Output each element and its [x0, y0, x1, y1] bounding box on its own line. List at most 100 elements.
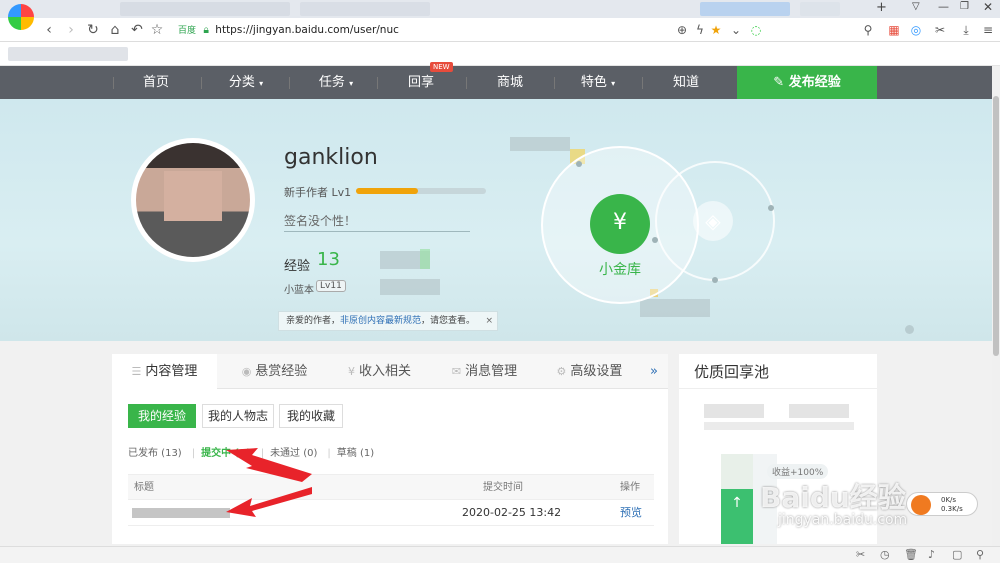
tab-reward[interactable]: ◉ 悬赏经验 [222, 354, 327, 389]
download-speed: 0.3K/s [941, 505, 963, 513]
status-search-icon[interactable]: ⚲ [976, 548, 984, 561]
status-filters: 已发布 (13) | 提交中 (1) | 未通过 (0) | 草稿 (1) [128, 448, 375, 459]
publish-button[interactable]: ✎ 发布经验 [737, 66, 877, 99]
gear-icon: ⚙ [556, 365, 567, 378]
signature-field[interactable]: 签名没个性！ [284, 212, 470, 232]
tab-messages[interactable]: ✉ 消息管理 [432, 354, 537, 389]
more-tabs-icon[interactable]: » [650, 354, 658, 389]
minimize-icon[interactable]: — [938, 0, 949, 13]
subtab-my-profiles[interactable]: 我的人物志 [202, 404, 274, 428]
baidu-watermark: Baidu经验 [760, 481, 906, 514]
layers-icon[interactable]: ◈ [693, 201, 733, 241]
undo-close-icon[interactable]: ↶ [128, 20, 146, 40]
url-field[interactable]: 百度 🔒︎ https://jingyan.baidu.com/user/nuc [178, 20, 738, 40]
window-icon[interactable]: ▢ [952, 548, 962, 561]
xlb-label: 小蓝本 [284, 285, 314, 296]
level-progress-fill [356, 188, 419, 194]
username: ganklion [284, 145, 378, 170]
browser-status-bar: ✂ ◷ 🗑︎ ♪ ▢ ⚲ [0, 546, 1000, 563]
browser-logo-icon[interactable] [8, 4, 34, 30]
exp-label: 经验 [284, 259, 311, 274]
new-tab-icon[interactable]: + [876, 0, 887, 15]
notice-banner: 亲爱的作者，非原创内容最新规范，请您查看。 × [278, 311, 498, 331]
exp-value: 13 [317, 249, 340, 270]
notice-suffix: ，请您查看。 [421, 316, 476, 326]
avatar[interactable] [131, 138, 255, 262]
col-action: 操作 [620, 482, 640, 493]
yen-icon: ¥ [347, 365, 355, 378]
pen-icon: ✎ [773, 75, 789, 90]
author-level: 新手作者 Lv1 [284, 186, 352, 199]
bookmark-star-icon[interactable]: ★ [708, 21, 724, 39]
tab-label: 消息管理 [465, 364, 518, 379]
nav-category[interactable]: 分类 ▾ [210, 66, 282, 99]
home-icon[interactable]: ⌂ [106, 20, 124, 40]
forward-icon[interactable]: › [62, 20, 80, 40]
nav-home[interactable]: 首页 [120, 66, 192, 99]
dropdown-chevron-icon[interactable]: ⌄ [728, 21, 744, 39]
reload-icon[interactable]: ↻ [84, 20, 102, 40]
tab-settings[interactable]: ⚙ 高级设置 [537, 354, 642, 389]
nav-zhidao[interactable]: 知道 [650, 66, 722, 99]
restore-icon[interactable]: ❐ [960, 1, 969, 12]
apps-icon[interactable]: ▦ [886, 21, 902, 39]
url-text: https://jingyan.baidu.com/user/nuc [215, 24, 399, 36]
menu-icon[interactable]: ≡ [980, 21, 996, 39]
volume-icon[interactable]: ♪ [928, 548, 935, 561]
table-header: 标题 提交时间 操作 [128, 474, 654, 500]
zoom-icon[interactable]: ⊕ [674, 21, 690, 39]
favorite-star-icon[interactable]: ☆ [148, 20, 166, 40]
network-speed-widget[interactable]: 0K/s 0.3K/s [906, 492, 978, 516]
filter-draft[interactable]: 草稿 (1) [337, 448, 374, 459]
tab-label: 悬赏经验 [255, 364, 308, 379]
cut-icon[interactable]: ✂ [856, 548, 865, 561]
back-icon[interactable]: ‹ [40, 20, 58, 40]
notice-link[interactable]: 非原创内容最新规范 [340, 316, 421, 326]
watermark-url: jingyan.baidu.com [778, 512, 908, 528]
page-scrollbar[interactable] [992, 66, 1000, 546]
history-icon[interactable]: ◷ [880, 548, 890, 561]
scissors-icon[interactable]: ✂ [932, 21, 948, 39]
nav-task[interactable]: 任务 ▾ [300, 66, 372, 99]
translate-icon[interactable]: ◎ [908, 21, 924, 39]
nav-feature-label: 特色 [580, 75, 607, 90]
filter-published[interactable]: 已发布 (13) [128, 448, 182, 459]
new-badge: NEW [430, 62, 453, 72]
col-title: 标题 [134, 482, 154, 493]
vault-icon: ¥ [613, 210, 627, 235]
close-window-icon[interactable]: ✕ [983, 0, 993, 14]
trash-icon[interactable]: 🗑︎ [904, 548, 918, 561]
chevron-down-icon: ▾ [349, 79, 354, 88]
vault-button[interactable]: ¥ [590, 194, 650, 254]
tab-income[interactable]: ¥ 收入相关 [327, 354, 432, 389]
close-icon[interactable]: × [485, 312, 493, 330]
filter-submitting[interactable]: 提交中 (1) [201, 448, 251, 459]
site-nav: 首页 分类 ▾ 任务 ▾ 回享 NEW 商城 特色 ▾ 知道 ✎ 发布经验 [0, 62, 992, 99]
skin-icon[interactable]: ▽ [912, 1, 920, 12]
row-time: 2020-02-25 13:42 [462, 506, 562, 519]
content-tabs: ☰ 内容管理 ◉ 悬赏经验 ¥ 收入相关 ✉ 消息管理 ⚙ 高级设置 » [112, 354, 668, 390]
subtab-my-favorites[interactable]: 我的收藏 [279, 404, 343, 428]
pool-tank-fill: ↑ [721, 489, 753, 544]
vault-label[interactable]: 小金库 [580, 259, 660, 279]
pool-tank: ↑ [721, 454, 753, 544]
row-preview-link[interactable]: 预览 [620, 500, 642, 526]
download-icon[interactable]: ⤓ [958, 21, 974, 39]
nav-mall[interactable]: 商城 [474, 66, 546, 99]
browser-tab-bar: + ▽ — ❐ ✕ [0, 0, 1000, 30]
tab-content-manage[interactable]: ☰ 内容管理 [112, 354, 217, 390]
row-title-link[interactable] [132, 508, 230, 518]
search-icon[interactable]: ⚲ [860, 21, 876, 39]
tab-label: 收入相关 [358, 364, 411, 379]
bookmark-bar [0, 42, 1000, 66]
nav-feature[interactable]: 特色 ▾ [562, 66, 634, 99]
upload-speed: 0K/s [941, 496, 957, 504]
filter-rejected[interactable]: 未通过 (0) [270, 448, 317, 459]
chevron-down-icon: ▾ [611, 79, 616, 88]
extension-icon[interactable]: ◌ [748, 21, 764, 39]
lightning-icon[interactable]: ϟ [692, 21, 708, 39]
nav-task-label: 任务 [318, 75, 345, 90]
subtab-my-experience[interactable]: 我的经验 [128, 404, 196, 428]
scrollbar-thumb[interactable] [993, 96, 999, 356]
lock-icon: 🔒︎ [203, 24, 209, 36]
